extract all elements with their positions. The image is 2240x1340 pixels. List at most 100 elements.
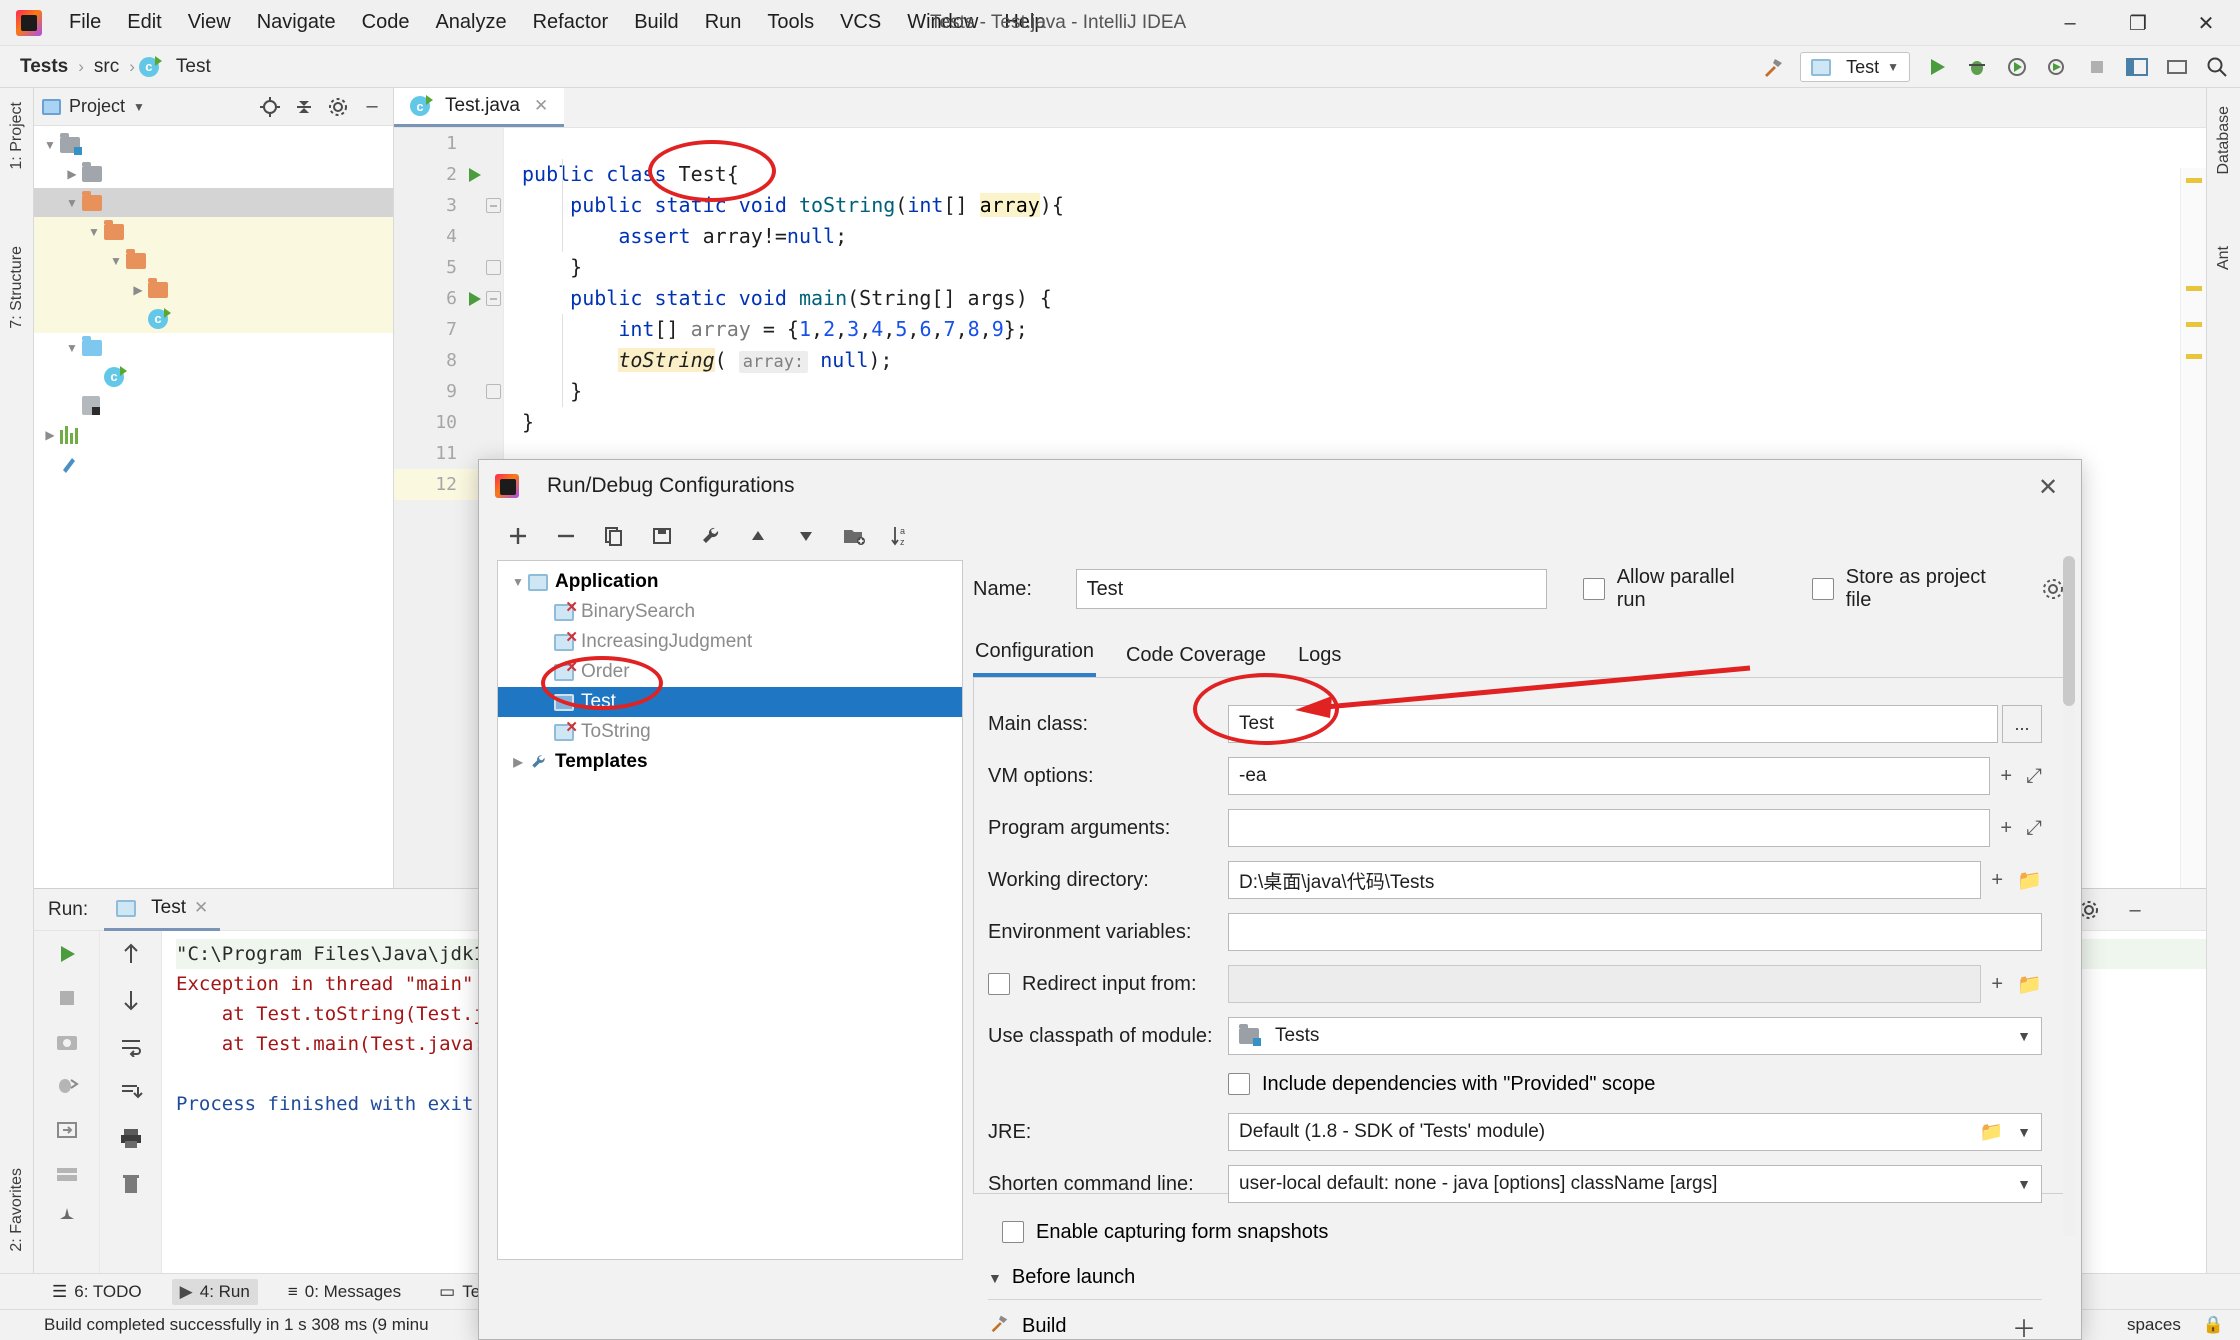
menu-navigate[interactable]: Navigate (244, 7, 349, 38)
hide-panel-icon[interactable]: – (359, 94, 385, 120)
gutter-line[interactable]: 6 (394, 283, 503, 314)
chevron-right-icon[interactable]: ▶ (40, 428, 60, 442)
sidebar-tab-project[interactable]: 1: Project (2, 94, 32, 178)
copy-configuration-icon[interactable] (601, 523, 627, 549)
code-line[interactable]: } (522, 252, 2206, 283)
before-launch-section[interactable]: ▼ Before launch (988, 1266, 2042, 1289)
chevron-down-icon[interactable]: ▼ (508, 575, 528, 589)
soft-wrap-icon[interactable] (118, 1033, 144, 1059)
restore-layout-icon[interactable] (54, 1117, 80, 1143)
allow-parallel-run-row[interactable]: Allow parallel run (1582, 566, 1758, 612)
menu-tools[interactable]: Tools (754, 7, 827, 38)
chevron-right-icon[interactable]: ▶ (508, 755, 528, 769)
browse-folder-icon[interactable]: 📁 (1979, 1120, 2003, 1144)
expand-editor-icon[interactable]: ⤢ (2026, 765, 2042, 788)
scroll-from-source-icon[interactable] (257, 94, 283, 120)
expand-macro-icon[interactable]: + (1991, 869, 2003, 892)
name-input[interactable]: Test (1075, 569, 1547, 609)
minimize-button[interactable]: – (2036, 0, 2104, 46)
gutter-line[interactable]: 7 (394, 314, 503, 345)
breadcrumb-item-class[interactable]: Test (170, 54, 217, 80)
store-as-project-file-row[interactable]: Store as project file (1811, 566, 2005, 612)
include-provided-checkbox[interactable] (1228, 1073, 1250, 1095)
move-down-icon[interactable] (793, 523, 819, 549)
code-line[interactable] (522, 128, 2206, 159)
project-tree-node[interactable]: ▶ (34, 420, 393, 449)
code-line[interactable]: public class Test{ (522, 159, 2206, 190)
gutter-line[interactable]: 2 (394, 159, 503, 190)
tab-configuration[interactable]: Configuration (973, 634, 1096, 677)
classpath-module-combo[interactable]: Tests ▼ (1228, 1017, 2042, 1055)
environment-variables-input[interactable] (1228, 913, 2042, 951)
gutter-line[interactable]: 3 (394, 190, 503, 221)
menu-run[interactable]: Run (692, 7, 755, 38)
close-button[interactable]: ✕ (2172, 0, 2240, 46)
configuration-list-item[interactable]: ▼ Application (498, 567, 962, 597)
chevron-down-icon[interactable]: ▼ (62, 196, 82, 210)
configuration-list[interactable]: ▼ Application BinarySearch IncreasingJudgme… (497, 560, 963, 1260)
close-icon[interactable]: ✕ (194, 898, 208, 918)
project-tree-node[interactable]: c (34, 362, 393, 391)
jre-combo[interactable]: Default (1.8 - SDK of 'Tests' module) 📁 … (1228, 1113, 2042, 1151)
chevron-down-icon[interactable]: ▼ (62, 341, 82, 355)
program-arguments-input[interactable] (1228, 809, 1991, 847)
chevron-right-icon[interactable]: ▶ (62, 167, 82, 181)
fold-end-icon[interactable] (486, 260, 501, 275)
allow-parallel-run-checkbox[interactable] (1582, 578, 1605, 600)
move-up-icon[interactable] (745, 523, 771, 549)
bottom-tab-run[interactable]: ▶ 4: Run (171, 1278, 258, 1305)
indent-spaces-label[interactable]: spaces (2127, 1315, 2181, 1335)
editor-tab-test-java[interactable]: c Test.java ✕ (394, 88, 565, 127)
down-icon[interactable] (118, 987, 144, 1013)
chevron-down-icon[interactable]: ▼ (40, 138, 60, 152)
menu-refactor[interactable]: Refactor (520, 7, 622, 38)
sort-alphabetically-icon[interactable]: az (889, 523, 915, 549)
code-line[interactable]: public static void toString(int[] array)… (522, 190, 2206, 221)
run-gutter-icon[interactable] (469, 292, 481, 306)
trash-icon[interactable] (118, 1171, 144, 1197)
fold-collapse-icon[interactable] (486, 198, 501, 213)
settings-gear-icon[interactable] (325, 94, 351, 120)
grid-icon[interactable] (54, 1161, 80, 1187)
breadcrumb-item-src[interactable]: src (88, 54, 125, 80)
chevron-down-icon[interactable]: ▼ (133, 100, 145, 114)
code-line[interactable]: } (522, 376, 2206, 407)
scroll-to-end-icon[interactable] (118, 1079, 144, 1105)
maximize-button[interactable]: ❐ (2104, 0, 2172, 46)
stop-icon[interactable] (2084, 54, 2110, 80)
add-task-icon[interactable]: ＋ (2012, 1309, 2036, 1340)
store-as-project-file-checkbox[interactable] (1811, 578, 1834, 600)
code-line[interactable]: } (522, 407, 2206, 438)
project-tree-node[interactable]: ▼ (34, 217, 393, 246)
chevron-right-icon[interactable]: ▶ (128, 283, 148, 297)
editor-marker-strip[interactable] (2180, 168, 2206, 888)
configuration-list-item[interactable]: Test (498, 687, 962, 717)
gutter-line[interactable]: 5 (394, 252, 503, 283)
include-provided-row[interactable]: Include dependencies with "Provided" sco… (988, 1062, 2042, 1106)
rerun-icon[interactable] (54, 941, 80, 967)
code-line[interactable]: assert array!=null; (522, 221, 2206, 252)
lock-icon[interactable]: 🔒 (2203, 1315, 2224, 1335)
chevron-down-icon[interactable]: ▼ (988, 1270, 1002, 1286)
profile-icon[interactable] (2044, 54, 2070, 80)
layout-icon[interactable] (2124, 54, 2150, 80)
chevron-down-icon[interactable]: ▼ (84, 225, 104, 239)
build-hammer-icon[interactable] (1760, 54, 1786, 80)
project-tree-node[interactable]: ▼ (34, 188, 393, 217)
pin-icon[interactable] (54, 1205, 80, 1231)
run-icon[interactable] (1924, 54, 1950, 80)
bottom-tab-messages[interactable]: ≡ 0: Messages (280, 1279, 409, 1305)
gutter-line[interactable]: 1 (394, 128, 503, 159)
menu-edit[interactable]: Edit (114, 7, 174, 38)
redirect-input-field[interactable] (1228, 965, 1982, 1003)
expand-editor-icon[interactable]: ⤢ (2026, 817, 2042, 840)
up-icon[interactable] (118, 941, 144, 967)
browse-folder-icon[interactable]: 📁 (2017, 868, 2042, 893)
run-gutter-icon[interactable] (469, 168, 481, 182)
dialog-scrollbar[interactable] (2063, 556, 2075, 1236)
capture-snapshots-checkbox[interactable] (1002, 1221, 1024, 1243)
fold-end-icon[interactable] (486, 384, 501, 399)
menu-build[interactable]: Build (621, 7, 691, 38)
configuration-list-item[interactable]: ▶ Templates (498, 747, 962, 777)
stop-icon[interactable] (54, 985, 80, 1011)
